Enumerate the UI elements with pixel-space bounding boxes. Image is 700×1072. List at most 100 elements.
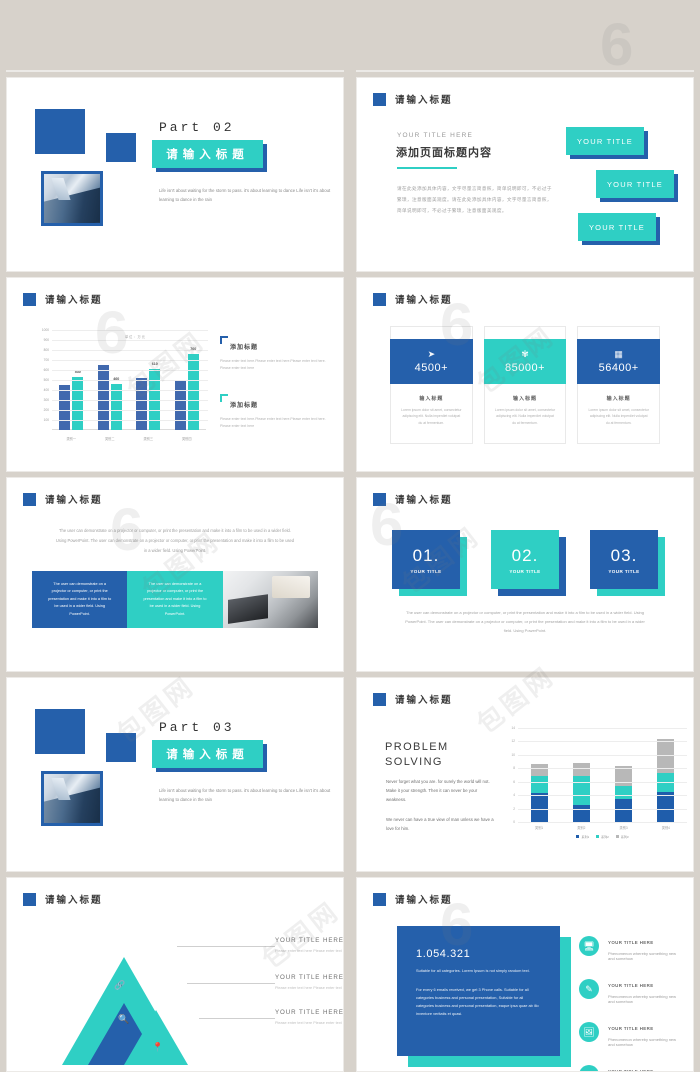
chart-stack-segment — [615, 798, 633, 822]
list-item[interactable]: 🖥 YOUR TITLE HERE Phenomenon whereby som… — [579, 931, 681, 961]
big-number-value: 1.054.321 — [416, 948, 471, 960]
chart-y-label: 8 — [513, 766, 515, 771]
chart-y-label: 2 — [513, 806, 515, 811]
list-item-title: YOUR TITLE HERE — [608, 983, 654, 988]
chart-x-labels: 类别一 类别二 类别三 类别四 — [52, 436, 206, 441]
stacked-x-labels: 类别1 类别2 类别3 类别4 — [518, 825, 687, 830]
slide-title-tags[interactable]: 请输入标题 YOUR TITLE HERE 添加页面标题内容 请在此处添加具体内… — [356, 77, 694, 272]
pyramid-title: YOUR TITLE HERE — [275, 937, 344, 944]
number-block-face: 01. YOUR TITLE — [392, 530, 460, 589]
stat-card-desc: Lorem ipsum dolor sit amet, consectetur … — [494, 408, 556, 425]
intro-card-teal[interactable]: MAY > < MAY #25 Suitable for all categor… — [173, 70, 251, 72]
gear-icon: ✾ — [521, 349, 529, 359]
stat-item: 15 th Lorem ipsum dolor sit amet consect… — [357, 70, 441, 72]
slide-text-panels[interactable]: 请输入标题 The user can demonstrate on a proj… — [6, 477, 344, 672]
icon-list: 🖥 YOUR TITLE HERE Phenomenon whereby som… — [579, 931, 681, 1071]
header-square-icon — [373, 692, 390, 710]
stat-card[interactable]: ▦ 56400+ 输入标题 Lorem ipsum dolor sit amet… — [577, 326, 661, 444]
paper-plane-icon: ➤ — [427, 349, 436, 359]
pyramid-desc: Please enter text here Please enter text… — [275, 986, 343, 990]
legend-label: 添加标题 — [230, 345, 259, 351]
slide-stat-cards[interactable]: 请输入标题 ➤ 4500+ 输入标题 Lorem ipsum dolor sit… — [356, 277, 694, 472]
intro-card-blue[interactable]: MAY > < MAY #25 Suitable for all categor… — [259, 70, 337, 72]
list-item[interactable]: ♫ YOUR TITLE HERE Phenomenon whereby som… — [579, 1060, 681, 1071]
problem-paragraph-1: Never forget what you are. for surely th… — [386, 779, 490, 802]
chart-gridline — [52, 410, 208, 411]
stat-card-caption: 输入标题 — [606, 396, 631, 402]
panel-blue[interactable]: The user can demonstrate on a projector … — [32, 571, 128, 628]
header-square-icon — [373, 92, 390, 110]
legend-item: 添加标题 Please enter text here.Please enter… — [220, 336, 335, 372]
list-item[interactable]: 🖼 YOUR TITLE HERE Phenomenon whereby som… — [579, 1017, 681, 1047]
slide-header: 请输入标题 — [373, 92, 453, 110]
chart-stack-segment — [530, 764, 548, 777]
slide-big-number[interactable]: 请输入标题 1.054.321 Suitable for all categor… — [356, 877, 694, 1072]
chart-legend-item: 系列1 — [576, 835, 589, 839]
number-block[interactable]: 03. YOUR TITLE — [590, 530, 665, 596]
slide-header: 请输入标题 — [373, 292, 453, 310]
stats-row: 15 th Lorem ipsum dolor sit amet consect… — [357, 70, 693, 72]
header-title: 请输入标题 — [45, 295, 103, 306]
part-title: 请输入标题 — [152, 140, 263, 168]
part-title-bar: 请输入标题 — [152, 140, 267, 172]
stat-card-desc: Lorem ipsum dolor sit amet, consectetur … — [588, 408, 649, 425]
tag-card[interactable]: YOUR TITLE — [578, 213, 660, 245]
slide-part-02[interactable]: Part 02 请输入标题 Life isn't about waiting f… — [6, 77, 344, 272]
tag-card[interactable]: YOUR TITLE — [596, 170, 678, 202]
stat-card[interactable]: ➤ 4500+ 输入标题 Lorem ipsum dolor sit amet,… — [390, 326, 473, 444]
numbers-footer-text: The user can demonstrate on a projector … — [405, 610, 645, 633]
header-title: 请输入标题 — [45, 495, 103, 506]
deco-square-small — [106, 733, 141, 767]
chart-gridline — [52, 350, 208, 351]
number-block[interactable]: 02. YOUR TITLE — [491, 530, 566, 596]
part-title-bar: 请输入标题 — [152, 740, 267, 772]
tag-card[interactable]: YOUR TITLE — [566, 127, 648, 159]
list-item[interactable]: ✎ YOUR TITLE HERE Phenomenon whereby som… — [579, 974, 681, 1004]
stat-card-desc: Lorem ipsum dolor sit amet, consectetur … — [401, 408, 462, 425]
chart-legend-swatch — [615, 835, 619, 838]
stat-item: +25th Lorem ipsum dolor sit amet consect… — [441, 70, 525, 72]
number-block-number: 01. — [412, 545, 440, 565]
part-label: Part 03 — [159, 720, 235, 735]
big-number-card[interactable]: 1.054.321 Suitable for all categories. L… — [397, 926, 571, 1067]
chart-gridline — [518, 795, 687, 797]
slide-intro-text[interactable]: strength. Then it can never be your weak… — [6, 70, 344, 72]
chart-y-label: 600 — [43, 368, 49, 372]
number-block-caption: YOUR TITLE — [608, 568, 640, 574]
header-square-icon — [373, 292, 390, 310]
pyramid-graphic: 🔗 🔍 📍 — [62, 940, 188, 1065]
slide-grid: strength. Then it can never be your weak… — [0, 0, 700, 1072]
chart-gridline — [52, 370, 208, 371]
chart-stack-segment — [615, 766, 633, 787]
chart-y-label: 900 — [43, 338, 49, 342]
chart-y-label: 100 — [43, 418, 49, 422]
slide-pyramid[interactable]: 请输入标题 🔗 🔍 📍 YOUR TITLE HERE Please enter… — [6, 877, 344, 1072]
panel-teal[interactable]: The user can demonstrate on a projector … — [127, 571, 223, 628]
chart-x-label: 类别一 — [66, 437, 77, 441]
stat-card[interactable]: ✾ 85000+ 输入标题 Lorem ipsum dolor sit amet… — [483, 326, 567, 444]
header-title: 请输入标题 — [395, 695, 453, 706]
stat-item: +25th Lorem ipsum dolor sit amet consect… — [609, 70, 693, 72]
chart-gridline — [518, 754, 687, 756]
chart-bar — [59, 385, 71, 430]
chart-y-label: 0 — [513, 820, 515, 824]
slide-numbers[interactable]: 请输入标题 01. YOUR TITLE 02. YOUR TITLE 03. … — [356, 477, 694, 672]
deco-square-small — [106, 133, 141, 167]
slide-stats-row[interactable]: 15 th Lorem ipsum dolor sit amet consect… — [356, 70, 694, 72]
stat-item: 17th Lorem ipsum dolor sit amet consecte… — [525, 70, 609, 72]
slide-bar-chart[interactable]: 请输入标题 单位：万元 530 460 610 760 类别一 类别二 类别三 类别四 10… — [6, 277, 344, 472]
chart-y-label: 10 — [511, 752, 515, 757]
chart-legend: 添加标题 Please enter text here.Please enter… — [220, 336, 335, 452]
number-block[interactable]: 01. YOUR TITLE — [392, 530, 467, 596]
slide-part-03[interactable]: Part 03 请输入标题 Life isn't about waiting f… — [6, 677, 344, 872]
chart-x-label: 类别1 — [535, 826, 544, 830]
list-item-desc: Phenomenon whereby something new and som… — [608, 951, 677, 961]
header-title: 请输入标题 — [395, 895, 453, 906]
stat-card-band: ➤ 4500+ — [390, 339, 473, 384]
chart-y-label: 4 — [513, 793, 515, 798]
slide-problem-solving[interactable]: 请输入标题 PROBLEM SOLVING Never forget what … — [356, 677, 694, 872]
number-block-caption: YOUR TITLE — [509, 568, 541, 574]
tag-label: YOUR TITLE — [596, 170, 674, 198]
deco-square-large — [35, 109, 91, 160]
stat-number: +25th — [609, 70, 693, 72]
